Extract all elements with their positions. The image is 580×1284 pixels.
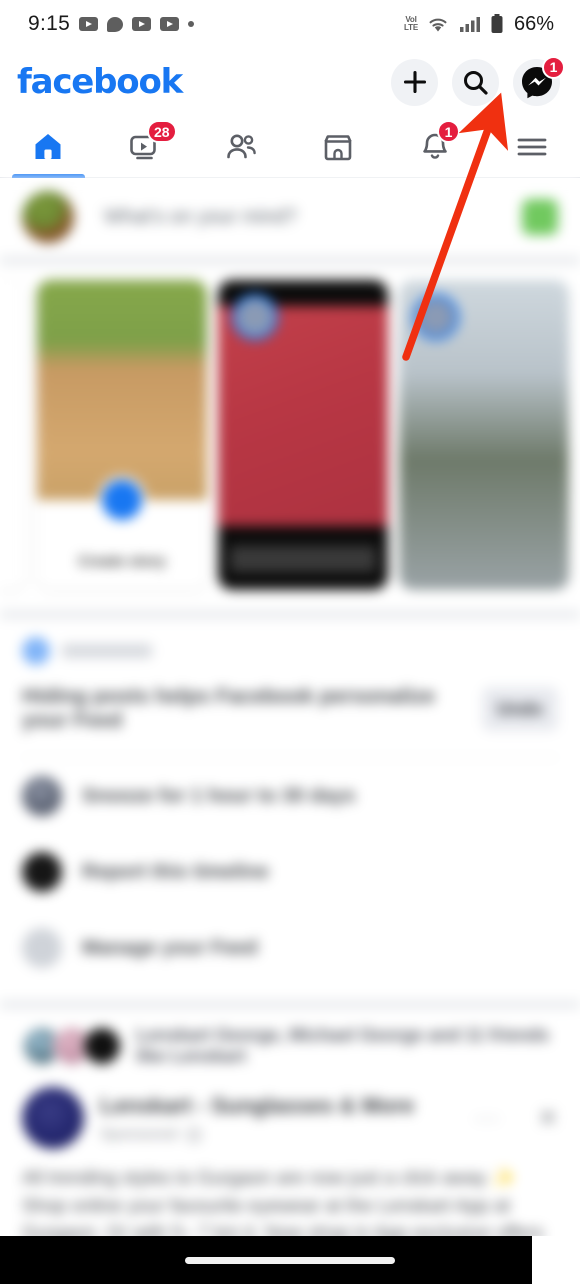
story-thumbnail	[218, 305, 388, 526]
messenger-badge: 1	[542, 55, 565, 79]
manage-feed-option[interactable]: Manage your Feed	[22, 910, 558, 986]
create-story-plus-icon	[98, 475, 146, 524]
feed-content: What's on your mind? Create story Hiding…	[0, 178, 580, 1284]
app-header: facebook 1	[0, 48, 580, 116]
facepile	[22, 1026, 122, 1066]
avatar[interactable]	[22, 1087, 84, 1149]
home-indicator-bar	[0, 1236, 580, 1284]
battery-percentage: 66%	[513, 12, 554, 35]
youtube-icon	[79, 17, 99, 31]
home-icon	[35, 133, 61, 159]
feedback-brand-row	[22, 637, 558, 665]
friends-icon	[226, 134, 256, 158]
home-indicator[interactable]	[185, 1256, 395, 1264]
story-author-ring	[413, 293, 459, 340]
video-badge: 28	[147, 120, 177, 143]
navigation-tabs: 28 1	[0, 116, 580, 178]
hide-post-feedback-card: Hiding posts helps Facebook personalize …	[0, 619, 580, 1000]
wifi-icon	[429, 18, 447, 32]
section-divider	[0, 256, 580, 265]
story-label: Create story	[78, 552, 166, 570]
tab-notifications[interactable]: 1	[387, 116, 484, 177]
dot-icon	[188, 21, 195, 27]
story-author-ring	[232, 293, 278, 340]
post-meta: Sponsored	[100, 1126, 458, 1144]
story-card[interactable]	[218, 279, 388, 590]
hamburger-menu-icon	[517, 138, 547, 155]
social-context-row[interactable]: Lenskart George, Michael George and 11 f…	[0, 1009, 580, 1077]
stories-carousel[interactable]: Create story	[0, 265, 580, 610]
report-icon	[22, 852, 62, 892]
close-icon[interactable]: ✕	[538, 1104, 558, 1133]
tab-marketplace[interactable]	[290, 116, 387, 177]
facebook-wordmark: facebook	[17, 62, 183, 102]
undo-button[interactable]: Undo	[481, 687, 558, 731]
facebook-logo-icon	[22, 637, 50, 665]
create-button[interactable]	[391, 58, 438, 106]
post-composer[interactable]: What's on your mind?	[0, 178, 580, 256]
story-thumbnail	[37, 279, 207, 500]
feedback-message-row: Hiding posts helps Facebook personalize …	[22, 665, 558, 758]
chat-bubble-icon	[107, 16, 124, 32]
tab-home[interactable]	[0, 116, 97, 178]
status-bar: 9:15 VoI LTE 66%	[0, 0, 580, 48]
volte-icon: VoI LTE	[404, 15, 418, 32]
story-card[interactable]	[399, 279, 569, 590]
photo-gallery-icon[interactable]	[522, 199, 558, 235]
post-header: Lenskart - Sunglasses & More Sponsored ⋯…	[0, 1077, 580, 1161]
tab-friends[interactable]	[193, 116, 290, 177]
signal-bars-icon	[459, 17, 480, 32]
status-bar-right: VoI LTE 66%	[404, 13, 554, 36]
plus-icon	[403, 70, 426, 94]
feedback-message: Hiding posts helps Facebook personalize …	[22, 685, 436, 732]
post-author-name[interactable]: Lenskart - Sunglasses & More	[100, 1093, 458, 1119]
section-divider	[0, 610, 580, 619]
battery-icon	[491, 14, 503, 33]
youtube-icon	[132, 17, 152, 31]
manage-feed-icon	[22, 928, 62, 968]
story-create[interactable]: Create story	[37, 279, 207, 590]
status-bar-left: 9:15	[28, 12, 195, 36]
youtube-icon	[160, 17, 180, 31]
composer-placeholder: What's on your mind?	[104, 205, 297, 228]
status-bar-clock: 9:15	[28, 12, 71, 35]
section-divider	[0, 1000, 580, 1009]
report-option-label: Report this timeline	[82, 860, 269, 883]
snooze-option[interactable]: Snooze for 1 hour to 30 days	[22, 758, 558, 834]
marketplace-icon	[324, 134, 352, 160]
story-label	[230, 545, 376, 572]
screen-corner-filler	[532, 1236, 580, 1284]
tab-menu[interactable]	[483, 116, 580, 177]
snooze-option-label: Snooze for 1 hour to 30 days	[82, 784, 356, 807]
profile-icon	[22, 776, 62, 816]
phone-screen: 9:15 VoI LTE 66% facebook 1 28 1 What's …	[0, 0, 580, 1284]
social-context-text: Lenskart George, Michael George and 11 f…	[136, 1025, 550, 1066]
search-button[interactable]	[452, 58, 499, 106]
tab-video[interactable]: 28	[97, 116, 194, 177]
messenger-button[interactable]: 1	[513, 55, 565, 106]
search-icon	[464, 70, 488, 95]
avatar[interactable]	[22, 191, 74, 243]
report-option[interactable]: Report this timeline	[22, 834, 558, 910]
ellipsis-icon[interactable]: ⋯	[474, 1103, 502, 1134]
composer-input[interactable]: What's on your mind?	[92, 196, 504, 238]
feedback-brand-label	[62, 644, 152, 658]
story-card[interactable]	[0, 279, 26, 590]
sponsored-label: Sponsored	[100, 1125, 178, 1143]
manage-feed-option-label: Manage your Feed	[82, 936, 258, 959]
header-actions: 1	[391, 55, 565, 106]
globe-icon	[187, 1127, 202, 1142]
notifications-badge: 1	[437, 120, 461, 143]
post-author-block: Lenskart - Sunglasses & More Sponsored	[100, 1093, 458, 1144]
avatar	[82, 1026, 122, 1066]
